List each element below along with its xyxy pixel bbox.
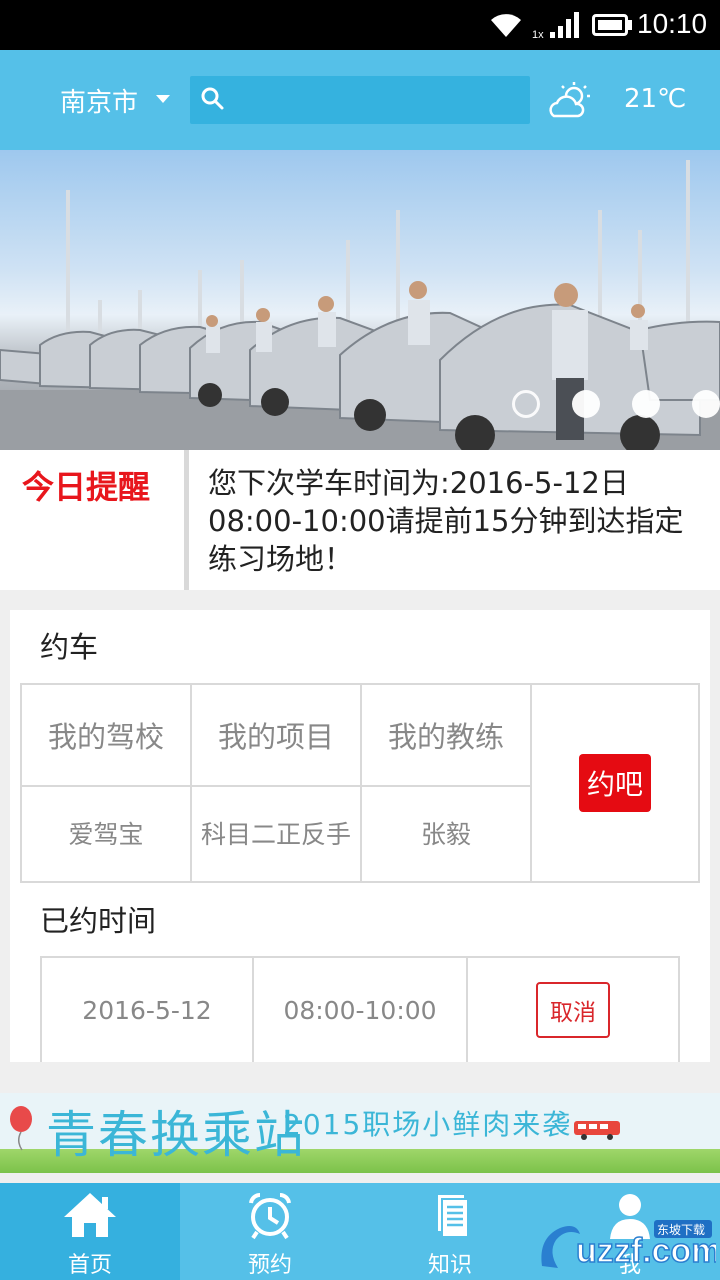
booked-time-row: 2016-5-12 08:00-10:00 取消 — [40, 956, 680, 1062]
reminder-title: 今日提醒 — [22, 468, 151, 506]
nav-knowledge[interactable]: 知识 — [360, 1183, 540, 1280]
divider — [184, 450, 189, 590]
signal-icon: 1x — [532, 12, 579, 40]
document-icon — [438, 1195, 469, 1238]
booked-action-cell: 取消 — [468, 958, 678, 1062]
value-coach[interactable]: 张毅 — [362, 787, 532, 881]
ad-banner[interactable]: 青春换乘站 2015职场小鲜肉来袭 — [0, 1093, 720, 1173]
search-input[interactable] — [190, 76, 530, 124]
reminder-text: 您下次学车时间为:2016-5-12日08:00-10:00请提前15分钟到达指… — [208, 466, 684, 576]
nav-booking[interactable]: 预约 — [180, 1183, 360, 1280]
bus-icon — [574, 1121, 620, 1140]
watermark-badge: 东坡下载 — [657, 1223, 705, 1237]
battery-icon — [592, 14, 628, 36]
booked-date: 2016-5-12 — [42, 958, 254, 1062]
banner-carousel[interactable] — [0, 150, 720, 450]
nav-home[interactable]: 首页 — [0, 1183, 180, 1280]
status-bar: 1x 10:10 — [0, 0, 720, 50]
carousel-dot[interactable] — [512, 390, 540, 418]
carousel-dot[interactable] — [572, 390, 600, 418]
booking-title: 约车 — [40, 630, 99, 664]
book-button[interactable]: 约吧 — [578, 754, 651, 812]
header-my-school: 我的驾校 — [22, 685, 192, 787]
wifi-icon — [491, 14, 521, 37]
temperature: 21℃ — [624, 84, 687, 114]
nav-label: 知识 — [427, 1253, 472, 1278]
value-school[interactable]: 爱驾宝 — [22, 787, 192, 881]
network-label: 1x — [532, 29, 544, 40]
booking-grid: 我的驾校 我的项目 我的教练 爱驾宝 科目二正反手 张毅 约吧 — [20, 683, 700, 883]
reminder-panel: 今日提醒 您下次学车时间为:2016-5-12日08:00-10:00请提前15… — [0, 450, 720, 590]
search-icon — [201, 87, 224, 110]
status-time: 10:10 — [637, 8, 708, 39]
nav-label: 首页 — [67, 1253, 112, 1278]
nav-label: 预约 — [247, 1253, 292, 1278]
partly-cloudy-icon — [549, 82, 590, 118]
ad-subtitle: 2015职场小鲜肉来袭 — [283, 1108, 573, 1141]
booked-time: 08:00-10:00 — [254, 958, 468, 1062]
booked-time-title: 已约时间 — [40, 904, 157, 938]
city-selector[interactable]: 南京市 — [60, 82, 138, 119]
balloon-icon — [10, 1106, 32, 1151]
home-icon — [64, 1193, 116, 1237]
value-project[interactable]: 科目二正反手 — [192, 787, 362, 881]
carousel-dot[interactable] — [692, 390, 720, 418]
app-header: 南京市 21℃ — [0, 50, 720, 150]
book-action-cell: 约吧 — [532, 685, 698, 881]
chevron-down-icon[interactable] — [156, 95, 170, 103]
banner-image — [0, 160, 720, 450]
booking-card: 约车 我的驾校 我的项目 我的教练 爱驾宝 科目二正反手 张毅 约吧 已约时间 … — [10, 610, 710, 1062]
alarm-clock-icon — [249, 1192, 291, 1240]
ad-title: 青春换乘站 — [46, 1106, 306, 1164]
carousel-dot[interactable] — [632, 390, 660, 418]
watermark-logo: uzzf.com 东坡下载 — [541, 1220, 716, 1271]
header-my-coach: 我的教练 — [362, 685, 532, 787]
header-my-project: 我的项目 — [192, 685, 362, 787]
cancel-button[interactable]: 取消 — [536, 982, 610, 1038]
